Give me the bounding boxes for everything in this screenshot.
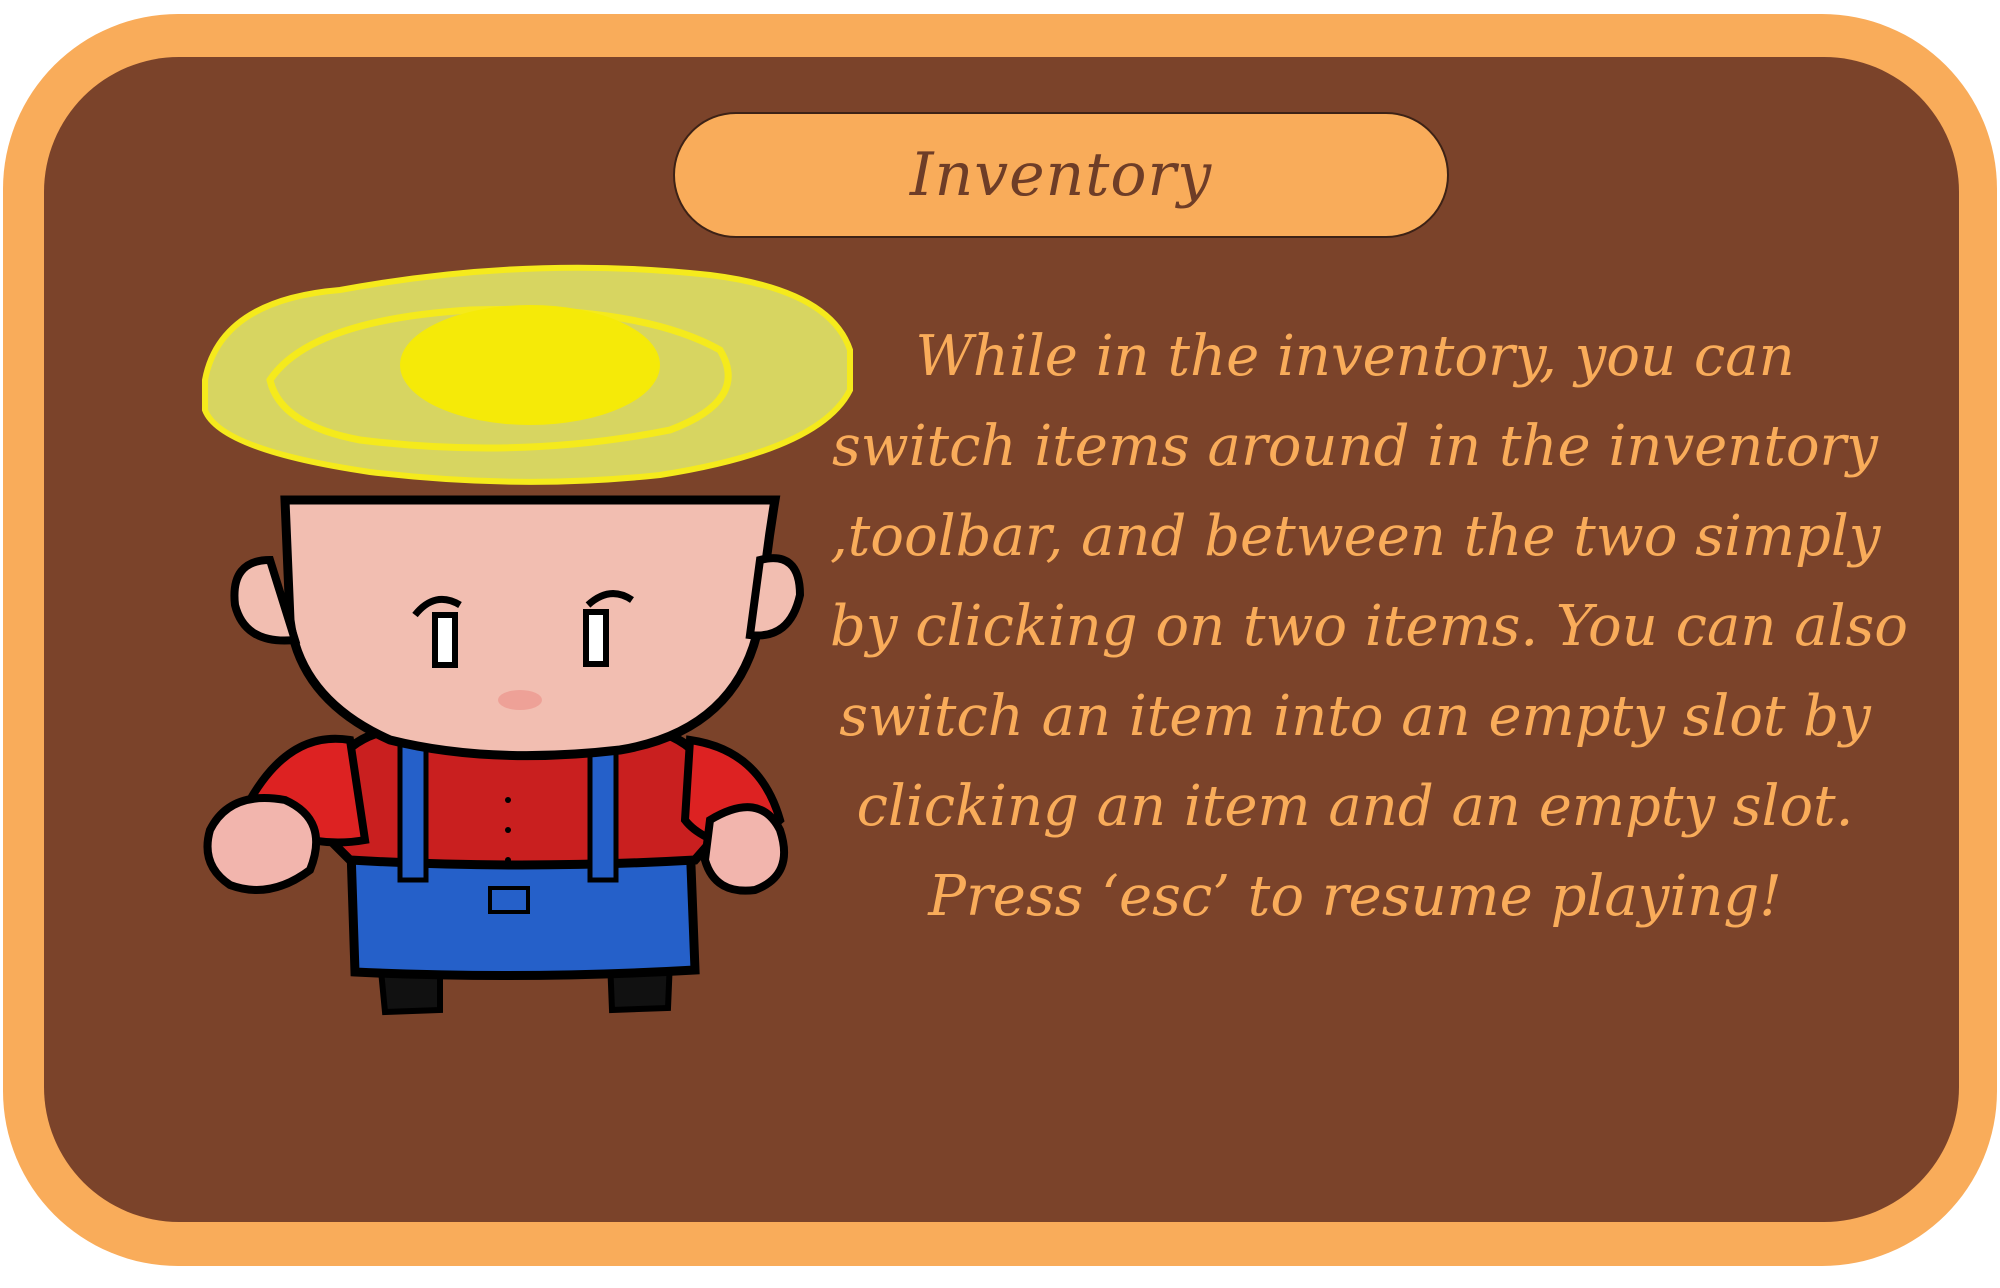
farmer-character-icon <box>202 264 853 1016</box>
instruction-line: switch items around in the inventory <box>832 414 1878 479</box>
instruction-line: ,toolbar, and between the two simply <box>830 504 1881 569</box>
dialog-title: Inventory <box>909 140 1213 210</box>
instruction-line: switch an item into an empty slot by <box>839 684 1871 749</box>
inventory-help-screen: Inventory While in the inventory, you ca… <box>0 0 2000 1288</box>
inventory-instructions: While in the inventory, you can switch i… <box>830 312 1908 942</box>
instruction-line: While in the inventory, you can <box>915 324 1795 389</box>
instruction-line: by clicking on two items. You can also <box>830 594 1908 659</box>
instruction-line: Press ‘esc’ to resume playing! <box>928 864 1782 929</box>
title-banner: Inventory <box>673 112 1449 238</box>
instruction-line: clicking an item and an empty slot. <box>856 774 1854 839</box>
